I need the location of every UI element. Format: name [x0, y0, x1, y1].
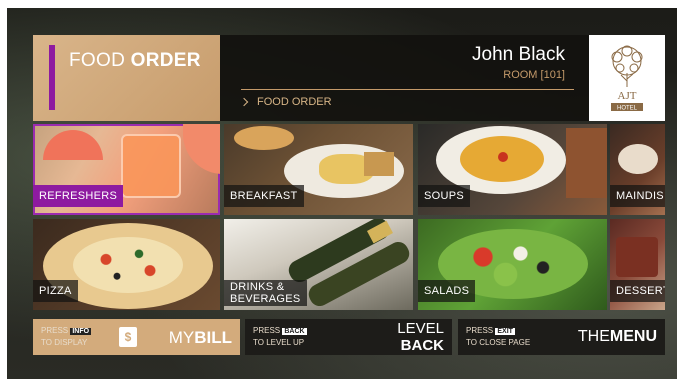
title-accent-bar: [49, 45, 55, 110]
tile-label: DRINKS & BEVERAGES: [224, 280, 307, 306]
tile-drinks-beverages[interactable]: DRINKS & BEVERAGES: [224, 219, 413, 310]
press-text: PRESS: [253, 326, 281, 335]
the-menu-bar[interactable]: PRESS EXIT TO CLOSE PAGE THEMENU: [458, 319, 665, 355]
pizza-toppings-image: [73, 237, 183, 293]
press-text: PRESS: [41, 326, 69, 335]
tile-main-dish[interactable]: MAINDIS: [610, 124, 665, 215]
my-bill-pre: MY: [168, 328, 195, 347]
title-tile: [33, 35, 220, 121]
dish-image: [618, 144, 658, 174]
tile-label: MAINDIS: [610, 185, 665, 207]
my-bill-label: MYBILL: [169, 328, 232, 348]
level-back-label: LEVEL BACK: [397, 320, 444, 354]
the-menu-label: THEMENU: [578, 328, 657, 346]
guest-name: John Black: [472, 44, 565, 65]
svg-text:HOTEL: HOTEL: [617, 106, 638, 112]
tile-label: SOUPS: [418, 185, 471, 207]
page-title: FOOD ORDER: [69, 50, 201, 72]
the-menu-main: MENU: [609, 328, 657, 345]
garnish-image: [498, 152, 508, 162]
bill-icon: $: [119, 327, 137, 347]
tile-label: BREAKFAST: [224, 185, 304, 207]
level-back-line2: BACK: [400, 337, 444, 354]
my-bill-main: BILL: [194, 328, 232, 347]
tile-label: DESSERT: [610, 280, 665, 302]
breadcrumb[interactable]: FOOD ORDER: [239, 96, 332, 108]
page-title-bold: ORDER: [130, 50, 201, 71]
svg-text:AJT: AJT: [618, 90, 637, 102]
chevron-right-icon: [239, 97, 249, 107]
tile-label-line1: DRINKS &: [230, 281, 285, 293]
tv-screen: FOOD ORDER John Black ROOM [101] FOOD OR…: [7, 8, 677, 379]
tile-dessert[interactable]: DESSERT: [610, 219, 665, 310]
the-menu-pre: THE: [577, 328, 610, 345]
hotel-logo: AJT HOTEL: [589, 35, 665, 121]
tree-logo-icon: AJT HOTEL: [611, 45, 643, 112]
pancake-image: [234, 126, 294, 150]
tile-label: REFRESHERS: [33, 185, 124, 207]
exit-key-icon: EXIT: [495, 328, 515, 335]
tile-soups[interactable]: SOUPS: [418, 124, 607, 215]
grapefruit-slice-image: [183, 124, 220, 174]
tile-pizza[interactable]: PIZZA: [33, 219, 220, 310]
tile-breakfast[interactable]: BREAKFAST: [224, 124, 413, 215]
cake-image: [616, 237, 658, 277]
header-divider: [241, 89, 574, 90]
room-number: ROOM [101]: [503, 69, 565, 81]
hint-text: TO CLOSE PAGE: [466, 338, 531, 347]
level-back-bar[interactable]: PRESS BACK TO LEVEL UP LEVEL BACK: [245, 319, 452, 355]
hint-text: TO DISPLAY: [41, 338, 88, 347]
tile-refreshers[interactable]: REFRESHERS: [33, 124, 220, 215]
toast-image: [364, 152, 394, 176]
tile-label: PIZZA: [33, 280, 78, 302]
info-key-icon: INFO: [70, 328, 92, 335]
page-title-light: FOOD: [69, 50, 131, 71]
back-key-icon: BACK: [282, 328, 307, 335]
juice-glass-image: [121, 134, 181, 198]
hint-text: TO LEVEL UP: [253, 338, 305, 347]
grapefruit-image: [43, 130, 103, 160]
tile-label-line2: BEVERAGES: [230, 293, 301, 305]
bread-image: [566, 128, 607, 198]
breadcrumb-item: FOOD ORDER: [257, 96, 332, 108]
level-back-line1: LEVEL: [397, 320, 444, 337]
my-bill-bar[interactable]: PRESS INFO TO DISPLAY $ MYBILL: [33, 319, 240, 355]
tile-label: SALADS: [418, 280, 476, 302]
press-text: PRESS: [466, 326, 494, 335]
tile-salads[interactable]: SALADS: [418, 219, 607, 310]
